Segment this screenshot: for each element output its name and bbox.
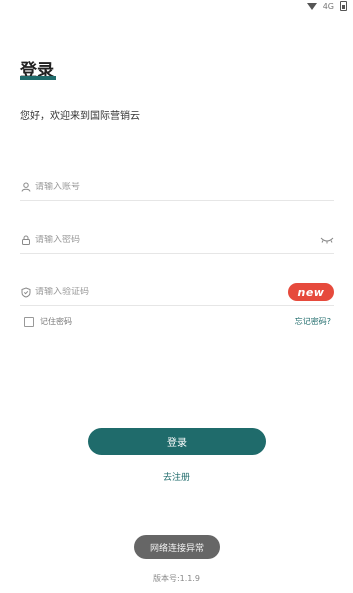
login-button[interactable]: 登录 (88, 428, 266, 455)
password-input[interactable] (35, 235, 320, 245)
lock-icon (20, 234, 32, 246)
remember-label: 记住密码 (40, 317, 72, 326)
remember-password[interactable]: 记住密码 (24, 316, 72, 327)
eye-closed-icon[interactable] (320, 235, 334, 245)
version-text: 版本号:1.1.9 (152, 574, 201, 583)
status-bar: 4G (306, 0, 347, 12)
signal-indicator: 4G (322, 1, 334, 11)
battery-icon (340, 1, 347, 11)
register-link[interactable]: 去注册 (0, 470, 353, 483)
captcha-image[interactable]: new (288, 283, 334, 301)
account-input[interactable] (35, 182, 334, 192)
captcha-field[interactable]: new (20, 279, 334, 306)
shield-icon (20, 286, 32, 298)
forgot-password-link[interactable]: 忘记密码? (295, 316, 331, 327)
title-underline (20, 76, 56, 80)
welcome-text: 您好，欢迎来到国际营销云 (20, 111, 140, 122)
account-field[interactable] (20, 174, 334, 201)
captcha-input[interactable] (35, 287, 288, 297)
password-field[interactable] (20, 227, 334, 254)
user-icon (20, 181, 32, 193)
remember-checkbox[interactable] (24, 316, 34, 327)
network-error-toast: 网络连接异常 (134, 535, 220, 559)
wifi-icon (306, 2, 317, 10)
